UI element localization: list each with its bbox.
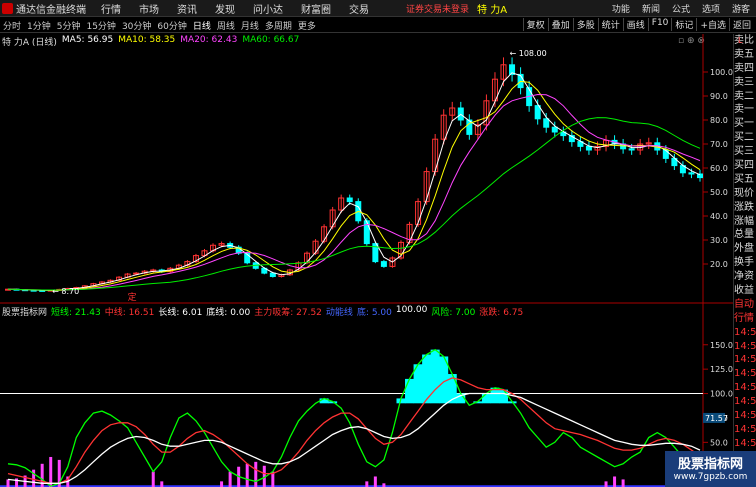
side-panel-item-3[interactable]: 卖三: [734, 76, 756, 90]
side-panel-item-26[interactable]: 14:56: [734, 395, 756, 409]
panel-l-mark: L: [738, 36, 743, 45]
indicator-legend-item-9: 风险: 7.00: [431, 308, 476, 318]
side-panel-item-21[interactable]: 14:56: [734, 326, 756, 340]
side-panel-item-25[interactable]: 14:56: [734, 381, 756, 395]
side-panel-item-1[interactable]: 卖五: [734, 48, 756, 62]
candle-body-73: [628, 148, 635, 151]
side-panel-item-4[interactable]: 卖二: [734, 90, 756, 104]
long-line: [7, 392, 701, 484]
indicator-legend-item-6: 动能线: [325, 308, 353, 318]
main-tick-label-0: 20.0: [710, 260, 728, 269]
ind-tick-label-3: 125.0: [710, 365, 733, 374]
side-panel-item-19[interactable]: 自动: [734, 298, 756, 312]
candle-body-63: [543, 118, 550, 128]
indicator-legend-item-1: 短线: 21.43: [51, 308, 101, 318]
magenta-bar-18: [160, 481, 164, 487]
magenta-bar-71: [613, 476, 617, 487]
chart-area[interactable]: 20.0 30.0 40.0 50.0 60.0 70.0 80.0 90.0 100.0 50.…: [0, 0, 733, 487]
watermark-url: www.7gpzb.com: [673, 472, 748, 482]
main-tick-label-5: 70.0: [710, 140, 728, 149]
indicator-legend-item-7: 底: 5.00: [356, 308, 392, 318]
site-watermark: 股票指标网 www.7gpzb.com: [665, 451, 756, 487]
quote-side-panel: 卖比 卖五 卖四 卖三 卖二 卖一 买一 买二 买三 买四 买五 现价 涨跌 涨幅 总量 外盘 换手 净资 收益 自动…: [733, 34, 756, 487]
current-value-text: 71.57: [705, 414, 728, 423]
side-panel-item-7[interactable]: 买二: [734, 131, 756, 145]
side-panel-item-2[interactable]: 卖四: [734, 62, 756, 76]
indicator-legend-item-2: 中线: 16.51: [104, 308, 155, 318]
side-panel-item-10[interactable]: 买五: [734, 173, 756, 187]
side-panel-item-18[interactable]: 收益: [734, 284, 756, 298]
short-line: [7, 348, 701, 487]
side-panel-item-16[interactable]: 换手: [734, 256, 756, 270]
main-tick-label-2: 40.0: [710, 212, 728, 221]
magenta-bar-0: [6, 479, 10, 487]
magenta-bar-70: [604, 481, 608, 487]
side-panel-item-13[interactable]: 涨幅: [734, 215, 756, 229]
main-tick-label-3: 50.0: [710, 188, 728, 197]
indicator-legend-item-4: 底线: 0.00: [206, 308, 251, 318]
cyan-block-50: [430, 349, 440, 404]
ma5-line: [7, 72, 701, 291]
candle-body-64: [551, 126, 558, 133]
candle-body-77: [662, 149, 669, 159]
ind-tick-label-2: 100.0: [710, 390, 733, 399]
side-panel-item-8[interactable]: 买三: [734, 145, 756, 159]
side-panel-item-12[interactable]: 涨跌: [734, 201, 756, 215]
main-tick-label-6: 80.0: [710, 116, 728, 125]
side-panel-item-9[interactable]: 买四: [734, 159, 756, 173]
low-price-label: ← 8.70: [52, 287, 79, 296]
side-panel-item-15[interactable]: 外盘: [734, 242, 756, 256]
ma20-line: [7, 93, 701, 291]
side-panel-item-22[interactable]: 14:56: [734, 340, 756, 354]
candle-body-40: [346, 197, 353, 203]
cyan-block-56: [481, 393, 491, 404]
indicator-legend-item-8: 100.00: [395, 305, 428, 315]
side-panel-item-29[interactable]: 14:56: [734, 437, 756, 451]
main-tick-label-7: 90.0: [710, 92, 728, 101]
side-panel-item-11[interactable]: 现价: [734, 187, 756, 201]
side-panel-item-24[interactable]: 14:56: [734, 367, 756, 381]
side-panel-item-27[interactable]: 14:56: [734, 409, 756, 423]
ding-marker: 定: [128, 291, 137, 303]
side-panel-item-5[interactable]: 卖一: [734, 103, 756, 117]
side-panel-item-14[interactable]: 总量: [734, 228, 756, 242]
magenta-bar-28: [245, 463, 249, 487]
side-panel-item-23[interactable]: 14:56: [734, 353, 756, 367]
candle-body-68: [585, 145, 592, 151]
magenta-bar-17: [151, 471, 155, 487]
side-panel-item-17[interactable]: 净资: [734, 270, 756, 284]
high-price-label: ← 108.00: [510, 49, 547, 58]
indicator-legend-item-0: 股票指标网: [2, 308, 48, 318]
magenta-bar-43: [373, 476, 377, 487]
ma10-line: [7, 80, 701, 291]
indicator-legend: 股票指标网 短线: 21.43 中线: 16.51 长线: 6.01 底线: 0.00 主…: [2, 305, 524, 318]
ind-tick-label-4: 150.0: [710, 341, 733, 350]
indicator-legend-item-10: 涨跌: 6.75: [479, 308, 524, 318]
watermark-title: 股票指标网: [677, 457, 743, 472]
magenta-bar-26: [228, 471, 232, 487]
candle-body-44: [380, 261, 387, 267]
indicator-legend-item-3: 长线: 6.01: [158, 308, 203, 318]
candle-body-31: [269, 272, 276, 277]
indicator-legend-item-5: 主力吸筹: 27.52: [254, 308, 322, 318]
magenta-bar-25: [220, 481, 224, 487]
magenta-bar-44: [382, 483, 386, 487]
candle-body-80: [688, 172, 695, 175]
ind-tick-label-0: 50.0: [710, 438, 728, 447]
main-tick-label-4: 60.0: [710, 164, 728, 173]
side-panel-item-6[interactable]: 买一: [734, 117, 756, 131]
main-tick-label-1: 30.0: [710, 236, 728, 245]
main-tick-label-8: 100.0: [710, 68, 733, 77]
cyan-block-47: [405, 378, 415, 404]
magenta-bar-29: [254, 461, 258, 487]
magenta-bar-42: [365, 481, 369, 487]
magenta-bar-72: [621, 479, 625, 487]
side-panel-item-20[interactable]: 行情: [734, 312, 756, 326]
side-panel-item-28[interactable]: 14:56: [734, 423, 756, 437]
